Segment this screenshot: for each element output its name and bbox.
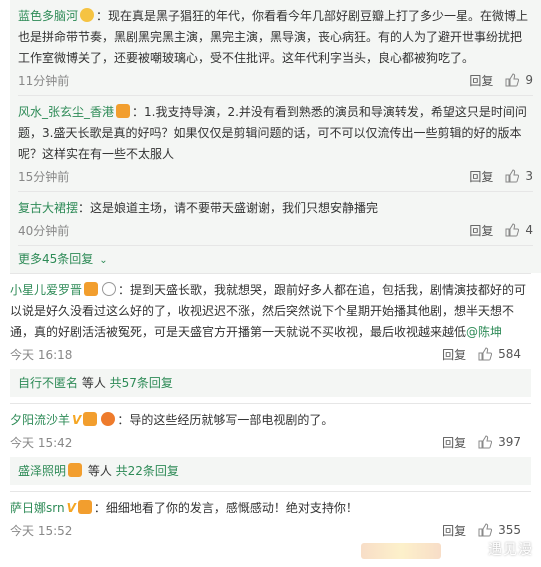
- comment-time: 今天 16:18: [10, 347, 73, 362]
- reply-meta: 40分钟前 回复 4: [18, 219, 533, 241]
- reply-body: ：这是娘道主场，请不要带天盛谢谢，我们只想安静播完: [78, 201, 379, 215]
- vip-badge-icon: [83, 412, 98, 426]
- nested-reply-block: 蓝色多脑河 ：现在真是黑子猖狂的年代，你看看今年几部好剧豆瓣上打了多少一星。在微博…: [10, 0, 541, 273]
- reply-actions: 回复 4: [469, 222, 533, 239]
- sub-replies-summary[interactable]: 盛泽照明 等人 共22条回复: [10, 457, 531, 485]
- reply-actions: 回复 3: [469, 168, 533, 185]
- reply-meta: 15分钟前 回复 3: [18, 165, 533, 187]
- chevron-down-icon: ⌄: [99, 255, 108, 266]
- panda-badge-icon: [102, 282, 117, 296]
- reply-button[interactable]: 回复: [442, 434, 466, 451]
- like-button[interactable]: 9: [505, 73, 533, 87]
- sub-reply-user[interactable]: 盛泽照明: [18, 464, 66, 478]
- like-button[interactable]: 3: [505, 169, 533, 183]
- comment-text: 夕阳流沙羊 V ：导的这些经历就够写一部电视剧的了。: [10, 410, 531, 431]
- vip-badge-icon: [68, 463, 83, 477]
- sub-reply-mid: 等人: [78, 376, 110, 390]
- reply-text: 风水_张玄尘_香港 ：1.我支持导演，2.并没有看到熟悉的演员和导演转发，希望这只…: [18, 102, 533, 165]
- comment-body: ：细细地看了你的发言，感慨感动！绝对支持你！: [93, 501, 358, 515]
- reply-text: 复古大裙摆：这是娘道主场，请不要带天盛谢谢，我们只想安静播完: [18, 198, 533, 219]
- like-count: 3: [525, 169, 533, 183]
- sub-replies-summary[interactable]: 自行不匿名 等人 共57条回复: [10, 369, 531, 397]
- comment-username[interactable]: 萨日娜srn: [10, 501, 65, 515]
- reply-actions: 回复 9: [469, 72, 533, 89]
- nested-reply: 蓝色多脑河 ：现在真是黑子猖狂的年代，你看看今年几部好剧豆瓣上打了多少一星。在微博…: [18, 0, 533, 96]
- like-count: 584: [498, 347, 521, 361]
- like-count: 397: [498, 435, 521, 449]
- comment-text: 小星儿爱罗晋 ：提到天盛长歌，我就想哭，跟前好多人都在追，包括我，剧情演技都好的可…: [10, 280, 531, 343]
- comment-meta: 今天 16:18 回复 584: [10, 343, 531, 365]
- like-count: 4: [525, 223, 533, 237]
- comment-time: 今天 15:52: [10, 523, 73, 538]
- comment-actions: 回复 584: [442, 346, 521, 363]
- comment-actions: 回复 355: [442, 522, 521, 539]
- like-button[interactable]: 397: [478, 435, 521, 449]
- sub-reply-count[interactable]: 共57条回复: [110, 376, 173, 390]
- reply-button[interactable]: 回复: [469, 72, 493, 89]
- thumbs-up-icon: [478, 347, 493, 361]
- like-button[interactable]: 584: [478, 347, 521, 361]
- reply-body: ：现在真是黑子猖狂的年代，你看看今年几部好剧豆瓣上打了多少一星。在微博上也是拼命…: [18, 9, 529, 65]
- thumbs-up-icon: [505, 223, 520, 237]
- thumbs-up-icon: [478, 435, 493, 449]
- reply-text: 蓝色多脑河 ：现在真是黑子猖狂的年代，你看看今年几部好剧豆瓣上打了多少一星。在微博…: [18, 6, 533, 69]
- comment: 夕阳流沙羊 V ：导的这些经历就够写一部电视剧的了。 今天 15:42 回复 397: [0, 404, 541, 453]
- verified-v-badge-icon: V: [66, 501, 76, 515]
- comment-body: ：导的这些经历就够写一部电视剧的了。: [117, 413, 334, 427]
- like-count: 355: [498, 523, 521, 537]
- lightbulb-badge-icon: [80, 8, 95, 22]
- like-count: 9: [525, 73, 533, 87]
- nested-reply: 复古大裙摆：这是娘道主场，请不要带天盛谢谢，我们只想安静播完 40分钟前 回复 …: [18, 192, 533, 246]
- comment-actions: 回复 397: [442, 434, 521, 451]
- more-replies-link[interactable]: 更多45条回复 ⌄: [18, 246, 533, 273]
- reply-time: 40分钟前: [18, 223, 70, 238]
- comment-username[interactable]: 小星儿爱罗晋: [10, 283, 82, 297]
- verified-v-badge-icon: V: [72, 413, 82, 427]
- comment-username[interactable]: 夕阳流沙羊: [10, 413, 70, 427]
- vip-badge-icon: [84, 282, 99, 296]
- more-replies-label: 更多45条回复: [18, 252, 94, 266]
- sub-reply-count[interactable]: 共22条回复: [116, 464, 179, 478]
- reply-time: 11分钟前: [18, 73, 70, 88]
- reply-meta: 11分钟前 回复 9: [18, 69, 533, 91]
- nested-reply: 风水_张玄尘_香港 ：1.我支持导演，2.并没有看到熟悉的演员和导演转发，希望这只…: [18, 96, 533, 192]
- sub-reply-user[interactable]: 自行不匿名: [18, 376, 78, 390]
- watermark: 遇见漫: [488, 542, 533, 558]
- sub-reply-mid: 等人: [84, 464, 116, 478]
- comment-time: 今天 15:42: [10, 435, 73, 450]
- mention-link[interactable]: @陈坤: [466, 325, 502, 339]
- reply-username[interactable]: 蓝色多脑河: [18, 9, 78, 23]
- reply-username[interactable]: 复古大裙摆: [18, 201, 78, 215]
- reply-button[interactable]: 回复: [442, 346, 466, 363]
- thumbs-up-icon: [505, 73, 520, 87]
- thumbs-up-icon: [478, 523, 493, 537]
- like-button[interactable]: 4: [505, 223, 533, 237]
- like-button[interactable]: 355: [478, 523, 521, 537]
- comment: 小星儿爱罗晋 ：提到天盛长歌，我就想哭，跟前好多人都在追，包括我，剧情演技都好的可…: [0, 274, 541, 365]
- medal-badge-icon: [101, 412, 116, 426]
- comment: 萨日娜srn V ：细细地看了你的发言，感慨感动！绝对支持你！ 今天 15:52 回…: [0, 492, 541, 541]
- vip-badge-icon: [116, 104, 131, 118]
- comment-meta: 今天 15:52 回复 355: [10, 519, 531, 541]
- thumbs-up-icon: [505, 169, 520, 183]
- comment-thread: 蓝色多脑河 ：现在真是黑子猖狂的年代，你看看今年几部好剧豆瓣上打了多少一星。在微博…: [0, 0, 541, 541]
- reply-time: 15分钟前: [18, 169, 70, 184]
- reply-button[interactable]: 回复: [442, 522, 466, 539]
- comment-text: 萨日娜srn V ：细细地看了你的发言，感慨感动！绝对支持你！: [10, 498, 531, 519]
- reply-button[interactable]: 回复: [469, 222, 493, 239]
- sticker-decoration: [361, 543, 441, 559]
- comment-meta: 今天 15:42 回复 397: [10, 431, 531, 453]
- reply-button[interactable]: 回复: [469, 168, 493, 185]
- reply-username[interactable]: 风水_张玄尘_香港: [18, 105, 114, 119]
- vip-badge-icon: [77, 500, 92, 514]
